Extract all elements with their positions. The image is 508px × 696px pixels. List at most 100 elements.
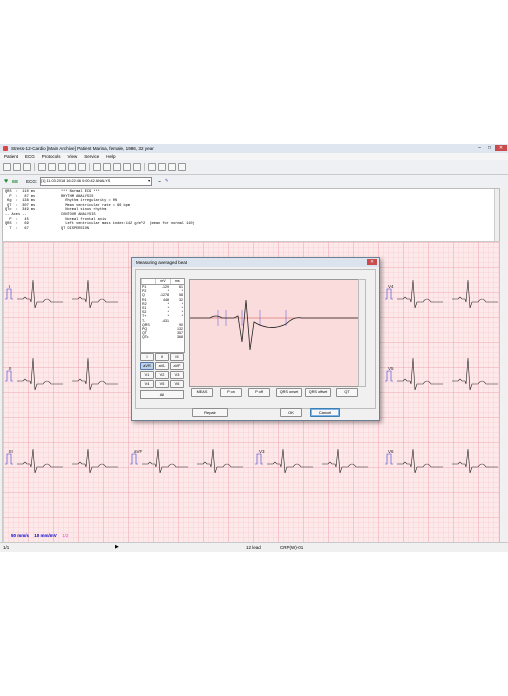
pen-icon[interactable]: ✎ (165, 178, 169, 184)
repair-button[interactable]: Repair (192, 408, 228, 417)
beat-waveform (190, 299, 358, 351)
header-cell: mV (155, 279, 169, 284)
lead-label-v6: V6 (388, 449, 394, 454)
user-add-icon[interactable] (23, 163, 31, 171)
cancel-button[interactable]: Cancel (310, 408, 340, 417)
table-cell: QTc (142, 335, 149, 340)
lead-button-v5[interactable]: V5 (155, 380, 169, 388)
lead-button-ii[interactable]: II (155, 353, 169, 361)
ok-button[interactable]: OK (280, 408, 302, 417)
minus-icon[interactable]: − (158, 179, 161, 184)
lead-label-iii: III (9, 449, 13, 454)
all-leads-button[interactable]: All (140, 390, 184, 399)
star-icon[interactable] (58, 163, 66, 171)
lead-label-v5: V5 (388, 366, 394, 371)
status-page: 1/1 (3, 545, 10, 550)
table-cell: 368 (177, 335, 183, 340)
menu-patient[interactable]: Patient (4, 154, 18, 159)
dialog-title: Measuring averaged beat (136, 260, 188, 265)
list-icon[interactable] (93, 163, 101, 171)
lead-button-v4[interactable]: V4 (140, 380, 154, 388)
minimize-icon[interactable]: – (475, 145, 484, 151)
report-line: QT DISPERSION (61, 226, 90, 231)
status-code: CRP(W)-01 (280, 545, 304, 550)
report-measurements: QRS : 110 ms P : 87 ms Kg : 138 ms QT : … (5, 190, 65, 231)
heart-icon[interactable]: ♥ (4, 178, 8, 185)
table-row: QTc 368 (141, 335, 184, 339)
ecg-select[interactable]: [1] 11.03.2018 16:22:46 0:00:42 ANALYS ▾ (40, 176, 153, 186)
lead-label-v3: V3 (259, 449, 265, 454)
gear-icon[interactable] (78, 163, 86, 171)
averaged-beat-plot[interactable] (189, 279, 359, 387)
print-icon[interactable] (148, 163, 156, 171)
window-title: Stress-12-Cardio [Main Archive] Patient … (11, 146, 154, 151)
table-rows: P1 -129 61 P2 * * Q -1278 58 R1 448 32 R2 * * S1 * * S2 * * T… (141, 285, 184, 339)
gain-value[interactable]: 10 mm/mV (34, 533, 57, 538)
status-bar: 1/1 ▶ 12 lead CRP(W)-01 (0, 542, 508, 552)
dialog-title-bar: Measuring averaged beat ✕ (132, 258, 379, 267)
close-icon[interactable]: ✕ (367, 259, 377, 265)
menu-protocols[interactable]: Protocols (42, 154, 61, 159)
table-cell (156, 335, 170, 339)
lead-button-iii[interactable]: III (170, 353, 184, 361)
person-icon[interactable] (68, 163, 76, 171)
lead-button-v1[interactable]: V1 (140, 371, 154, 379)
toolbar-separator (144, 163, 145, 171)
speed-gain-indicator: 50 mm/s 10 mm/mV 1/2 (11, 533, 68, 538)
toolbar-separator (34, 163, 35, 171)
table-icon[interactable] (113, 163, 121, 171)
lead-button-avf[interactable]: aVF (170, 362, 184, 370)
chart-icon[interactable] (123, 163, 131, 171)
paper-speed[interactable]: 50 mm/s (11, 533, 29, 538)
patient-icon[interactable] (3, 163, 11, 171)
report-line: T : 67 (5, 226, 29, 231)
menu-help[interactable]: Help (106, 154, 115, 159)
lead-label-v4: V4 (388, 284, 394, 289)
status-leads: 12 lead (246, 545, 261, 550)
lead-button-v3[interactable]: V3 (170, 371, 184, 379)
lead-button-i[interactable]: I (140, 353, 154, 361)
beat-scrollbar[interactable] (358, 279, 366, 387)
measuring-dialog: Measuring averaged beat ✕ mV ms P1 -129 61… (131, 257, 380, 421)
ecg-bar: ♥ EE ECG: [1] 11.03.2018 16:22:46 0:00:4… (0, 175, 508, 187)
menu-service[interactable]: Service (84, 154, 99, 159)
menu-bar: Patient ECG Protocols View Service Help (0, 153, 508, 160)
help-icon[interactable] (178, 163, 186, 171)
run-icon[interactable] (48, 163, 56, 171)
lead-label-i: I (9, 284, 11, 289)
calendar-icon[interactable] (133, 163, 141, 171)
user-icon[interactable] (13, 163, 21, 171)
close-icon[interactable]: ✕ (495, 145, 507, 151)
parameter-table: mV ms P1 -129 61 P2 * * Q -1278 58 R1 448 32 R2 * * S1 *… (140, 278, 185, 353)
window-controls: – □ ✕ (474, 145, 507, 151)
lead-button-avr[interactable]: aVR (140, 362, 154, 370)
averaged-beat-trace (190, 299, 358, 351)
lead-button-v6[interactable]: V6 (170, 380, 184, 388)
grid-icon[interactable] (103, 163, 111, 171)
toolbar-separator (89, 163, 90, 171)
meas-button[interactable]: MEAS (191, 388, 213, 397)
header-cell (141, 279, 155, 284)
ee-icon[interactable]: EE (12, 179, 18, 184)
p-off-button[interactable]: P off (248, 388, 270, 397)
menu-view[interactable]: View (68, 154, 78, 159)
qt-button[interactable]: QT (336, 388, 358, 397)
p-on-button[interactable]: P on (220, 388, 242, 397)
export-icon[interactable] (158, 163, 166, 171)
maximize-icon[interactable]: □ (485, 145, 494, 151)
ecg-label: ECG: (26, 178, 38, 184)
play-icon[interactable]: ▶ (115, 544, 119, 550)
header-cell: ms (169, 279, 184, 284)
report-conclusion: *** Normal ECG *** RHYTHM ANALYSIS Rhyth… (61, 190, 441, 231)
lead-button-v2[interactable]: V2 (155, 371, 169, 379)
toolbar (0, 160, 508, 175)
ecg-select-value: [1] 11.03.2018 16:22:46 0:00:42 ANALYS (41, 179, 111, 183)
menu-ecg[interactable]: ECG (25, 154, 35, 159)
qrs-offset-button[interactable]: QRS offset (305, 388, 331, 397)
lead-label-avf: aVF (134, 449, 143, 454)
folder-icon[interactable] (38, 163, 46, 171)
report-scrollbar[interactable] (494, 189, 499, 242)
lead-button-avl[interactable]: aVL (155, 362, 169, 370)
qrs-onset-button[interactable]: QRS onset (276, 388, 302, 397)
tools-icon[interactable] (168, 163, 176, 171)
